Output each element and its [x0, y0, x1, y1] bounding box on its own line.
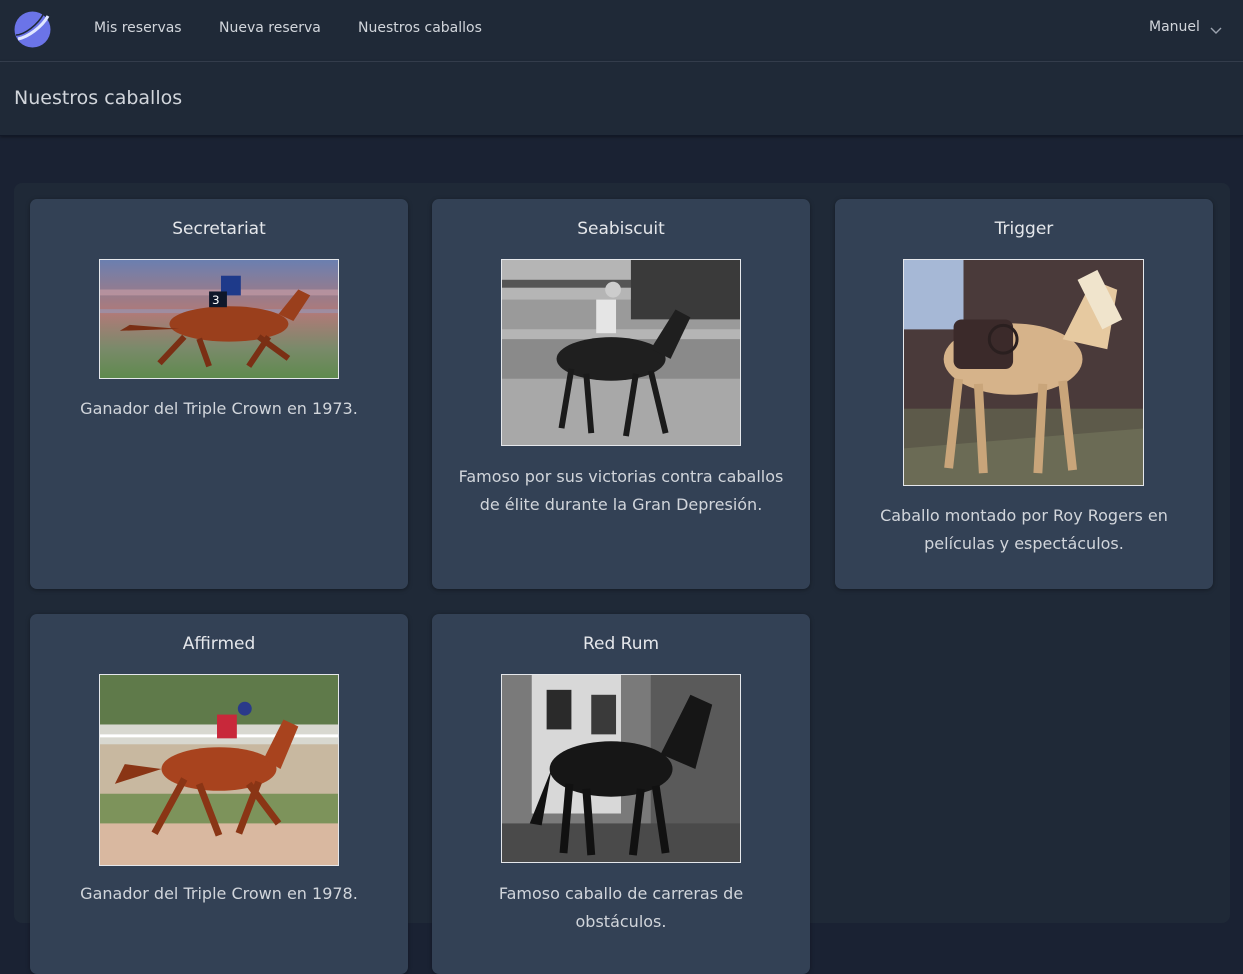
nav-nuestros-caballos[interactable]: Nuestros caballos — [358, 20, 482, 36]
horses-grid: Secretariat 3 Ganador del Triple Crown e… — [14, 183, 1230, 974]
horse-photo — [501, 674, 741, 863]
user-menu[interactable]: Manuel — [1149, 19, 1222, 35]
horse-card: Seabiscuit Famoso por sus victorias cont… — [432, 199, 810, 589]
horse-name: Red Rum — [582, 634, 660, 654]
logo-icon[interactable] — [14, 11, 51, 48]
chevron-down-icon — [1210, 23, 1222, 34]
horse-description: Ganador del Triple Crown en 1973. — [80, 399, 358, 418]
svg-text:3: 3 — [212, 293, 220, 307]
horse-photo — [99, 674, 339, 866]
horse-photo: 3 — [99, 259, 339, 379]
horse-name: Affirmed — [182, 634, 256, 654]
page-title: Nuestros caballos — [14, 87, 183, 109]
horse-photo — [903, 259, 1144, 486]
horse-description: Caballo montado por Roy Rogers en pelícu… — [880, 506, 1168, 553]
horse-card: Affirmed Ganador del Triple Crown en 197… — [30, 614, 408, 974]
horse-card: Secretariat 3 Ganador del Triple Crown e… — [30, 199, 408, 589]
horse-photo — [501, 259, 741, 446]
horse-name: Secretariat — [172, 219, 266, 239]
horse-description: Ganador del Triple Crown en 1978. — [80, 884, 358, 903]
horse-description: Famoso caballo de carreras de obstáculos… — [498, 884, 744, 931]
horse-description: Famoso por sus victorias contra caballos… — [458, 467, 784, 514]
horse-name: Seabiscuit — [577, 219, 665, 239]
top-navbar: Mis reservas Nueva reserva Nuestros caba… — [0, 0, 1243, 62]
horse-card: Red Rum Famoso caballo de carreras de ob… — [432, 614, 810, 974]
user-name: Manuel — [1149, 19, 1200, 35]
page-header: Nuestros caballos — [0, 62, 1243, 136]
nav-nueva-reserva[interactable]: Nueva reserva — [219, 20, 321, 36]
horse-name: Trigger — [994, 219, 1054, 239]
horse-card: Trigger Caballo montado por Roy Rogers e… — [835, 199, 1213, 589]
nav-mis-reservas[interactable]: Mis reservas — [94, 20, 182, 36]
